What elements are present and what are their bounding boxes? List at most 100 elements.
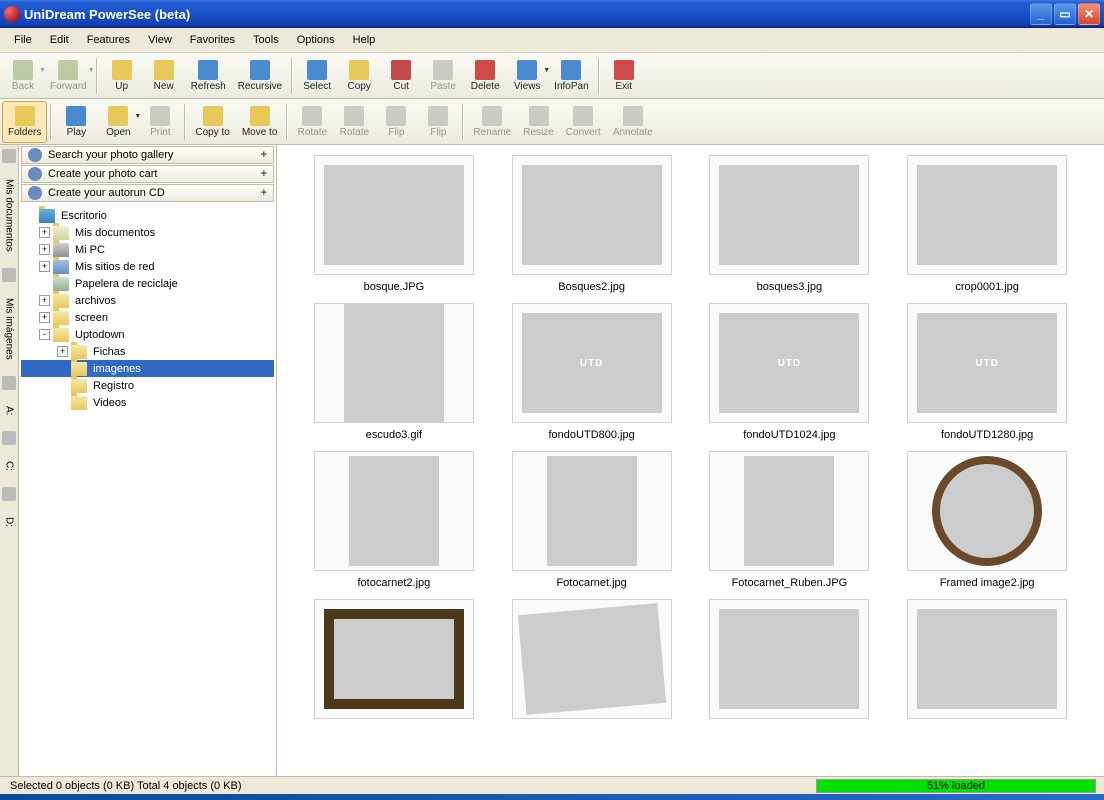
folders-label: Folders bbox=[8, 127, 41, 138]
delete-icon bbox=[475, 60, 495, 80]
leftbar-icon[interactable] bbox=[2, 268, 16, 282]
annotate-icon bbox=[623, 106, 643, 126]
folder-icon bbox=[71, 362, 87, 376]
new-button[interactable]: New bbox=[143, 55, 185, 97]
thumbnail[interactable]: escudo3.gif bbox=[297, 303, 491, 441]
menu-tools[interactable]: Tools bbox=[245, 31, 287, 49]
thumbnail[interactable] bbox=[495, 599, 689, 725]
main-area: Mis documentos Mis imágenes A: C: D: Search … bbox=[0, 145, 1104, 776]
views-button[interactable]: Views▼ bbox=[506, 55, 548, 97]
delete-label: Delete bbox=[471, 81, 500, 92]
menu-help[interactable]: Help bbox=[345, 31, 384, 49]
paste-icon bbox=[433, 60, 453, 80]
tree-expander[interactable]: + bbox=[39, 295, 50, 306]
copy-button[interactable]: Copy bbox=[338, 55, 380, 97]
menu-view[interactable]: View bbox=[140, 31, 180, 49]
menu-file[interactable]: File bbox=[6, 31, 40, 49]
thumbnail-frame bbox=[314, 599, 474, 719]
maximize-button[interactable]: ▭ bbox=[1054, 3, 1076, 25]
thumbnail[interactable] bbox=[890, 599, 1084, 725]
tree-node[interactable]: -Uptodown bbox=[21, 326, 274, 343]
leftbar-tab[interactable]: Mis documentos bbox=[4, 175, 15, 256]
leftbar-icon[interactable] bbox=[2, 487, 16, 501]
leftbar-icon[interactable] bbox=[2, 376, 16, 390]
tree-node[interactable]: +archivos bbox=[21, 292, 274, 309]
tree-node[interactable]: +Fichas bbox=[21, 343, 274, 360]
menu-features[interactable]: Features bbox=[79, 31, 138, 49]
tree-node[interactable]: Papelera de reciclaje bbox=[21, 275, 274, 292]
leftbar-tab[interactable]: D: bbox=[4, 513, 15, 531]
folders-button[interactable]: Folders bbox=[2, 101, 47, 143]
tree-label: screen bbox=[73, 312, 110, 324]
menu-options[interactable]: Options bbox=[289, 31, 343, 49]
moveto-icon bbox=[250, 106, 270, 126]
select-button[interactable]: Select bbox=[296, 55, 338, 97]
flip-h-button: Flip bbox=[375, 101, 417, 143]
recursive-icon bbox=[250, 60, 270, 80]
task-button[interactable]: Create your autorun CD+ bbox=[21, 184, 274, 202]
leftbar-tab[interactable]: C: bbox=[4, 457, 15, 475]
thumbnail-pane[interactable]: bosque.JPGBosques2.jpgbosques3.jpgcrop00… bbox=[277, 145, 1104, 776]
tree-expander[interactable]: + bbox=[39, 244, 50, 255]
copyto-button[interactable]: Copy to bbox=[189, 101, 235, 143]
tree-node[interactable]: Registro bbox=[21, 377, 274, 394]
taskbar-strip bbox=[0, 794, 1104, 800]
tree-node[interactable]: Escritorio bbox=[21, 207, 274, 224]
tree-node[interactable]: + screen bbox=[21, 309, 274, 326]
moveto-button[interactable]: Move to bbox=[236, 101, 284, 143]
up-button[interactable]: Up bbox=[101, 55, 143, 97]
tree-node[interactable]: imagenes bbox=[21, 360, 274, 377]
close-button[interactable]: ✕ bbox=[1078, 3, 1100, 25]
thumbnail[interactable]: UTDfondoUTD800.jpg bbox=[495, 303, 689, 441]
leftbar-tab[interactable]: Mis imágenes bbox=[4, 294, 15, 364]
tree-expander[interactable]: + bbox=[57, 346, 68, 357]
thumbnail[interactable] bbox=[693, 599, 887, 725]
open-button[interactable]: Open▼ bbox=[97, 101, 139, 143]
cut-button[interactable]: Cut bbox=[380, 55, 422, 97]
recursive-button[interactable]: Recursive bbox=[232, 55, 288, 97]
tree-expander[interactable]: - bbox=[39, 329, 50, 340]
thumbnail[interactable]: crop0001.jpg bbox=[890, 155, 1084, 293]
refresh-button[interactable]: Refresh bbox=[185, 55, 232, 97]
task-button[interactable]: Create your photo cart+ bbox=[21, 165, 274, 183]
exit-button[interactable]: Exit bbox=[603, 55, 645, 97]
thumbnail[interactable]: bosques3.jpg bbox=[693, 155, 887, 293]
thumbnail-image bbox=[917, 165, 1057, 265]
tree-expander[interactable]: + bbox=[39, 261, 50, 272]
thumbnail[interactable]: fotocarnet2.jpg bbox=[297, 451, 491, 589]
thumbnail[interactable]: Fotocarnet.jpg bbox=[495, 451, 689, 589]
infopan-button[interactable]: InfoPan bbox=[548, 55, 594, 97]
leftbar-tab[interactable]: A: bbox=[4, 402, 15, 419]
thumbnail[interactable]: Bosques2.jpg bbox=[495, 155, 689, 293]
statusbar: Selected 0 objects (0 KB) Total 4 object… bbox=[0, 776, 1104, 794]
leftbar-icon[interactable] bbox=[2, 431, 16, 445]
views-label: Views bbox=[514, 81, 541, 92]
delete-button[interactable]: Delete bbox=[464, 55, 506, 97]
thumbnail[interactable]: UTDfondoUTD1024.jpg bbox=[693, 303, 887, 441]
folder-tree[interactable]: Escritorio+Mis documentos+Mi PC+Mis siti… bbox=[19, 203, 276, 776]
convert-button: Convert bbox=[560, 101, 607, 143]
thumbnail-image bbox=[744, 456, 834, 566]
tree-node[interactable]: +Mis sitios de red bbox=[21, 258, 274, 275]
convert-icon bbox=[573, 106, 593, 126]
rotate-l-label: Rotate bbox=[298, 127, 327, 138]
task-button[interactable]: Search your photo gallery+ bbox=[21, 146, 274, 164]
tree-expander[interactable]: + bbox=[39, 312, 50, 323]
thumbnail[interactable]: Framed image2.jpg bbox=[890, 451, 1084, 589]
leftbar-icon[interactable] bbox=[2, 149, 16, 163]
tree-node[interactable]: +Mi PC bbox=[21, 241, 274, 258]
minimize-button[interactable]: _ bbox=[1030, 3, 1052, 25]
menu-favorites[interactable]: Favorites bbox=[182, 31, 243, 49]
tree-node[interactable]: Videos bbox=[21, 394, 274, 411]
refresh-label: Refresh bbox=[191, 81, 226, 92]
thumbnail[interactable]: bosque.JPG bbox=[297, 155, 491, 293]
rotate-r-icon bbox=[344, 106, 364, 126]
rename-label: Rename bbox=[473, 127, 511, 138]
tree-expander[interactable]: + bbox=[39, 227, 50, 238]
thumbnail[interactable]: UTDfondoUTD1280.jpg bbox=[890, 303, 1084, 441]
thumbnail[interactable]: Fotocarnet_Ruben.JPG bbox=[693, 451, 887, 589]
thumbnail[interactable] bbox=[297, 599, 491, 725]
tree-node[interactable]: +Mis documentos bbox=[21, 224, 274, 241]
menu-edit[interactable]: Edit bbox=[42, 31, 77, 49]
play-button[interactable]: Play bbox=[55, 101, 97, 143]
